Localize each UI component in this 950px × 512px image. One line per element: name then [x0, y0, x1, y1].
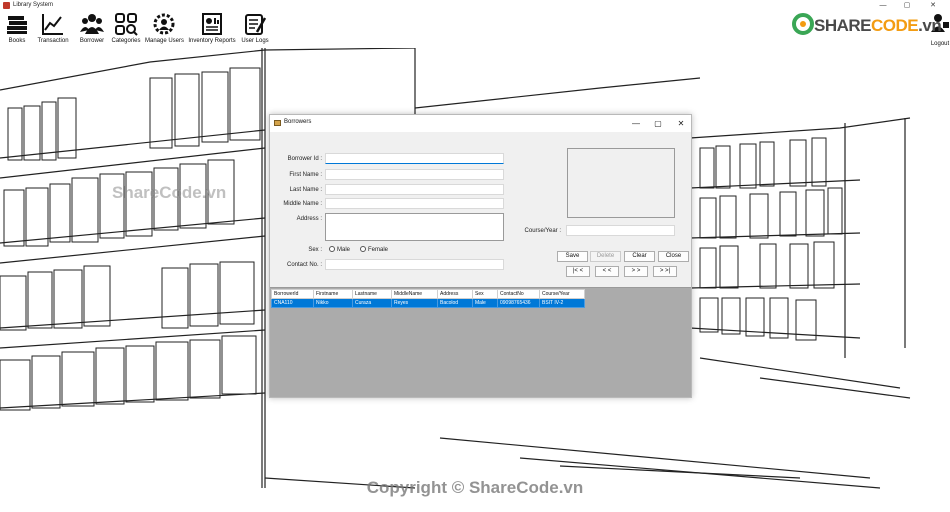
first-record-button[interactable]: |< <: [566, 266, 590, 277]
cell-firstname[interactable]: Nikko: [313, 298, 353, 308]
dialog-title: Borrowers: [284, 119, 312, 125]
column-header[interactable]: Sex: [472, 289, 498, 299]
categories-grid-icon: [115, 13, 138, 36]
cell-course-year[interactable]: BSIT IV-2: [539, 298, 585, 308]
toolbar-label: Manage Users: [145, 38, 185, 44]
toolbar-label: Borrower: [79, 38, 105, 44]
toolbar-transaction[interactable]: Transaction: [35, 12, 71, 47]
watermark-copyright: Copyright © ShareCode.vn: [366, 478, 584, 497]
minimize-button[interactable]: —: [872, 0, 894, 11]
toolbar-label: Categories: [111, 38, 141, 44]
app-title: Library System: [13, 2, 54, 8]
address-textarea[interactable]: [325, 213, 504, 241]
toolbar-borrower[interactable]: Borrower: [78, 12, 106, 47]
watermark-middle: ShareCode.vn: [112, 183, 227, 202]
last-name-input[interactable]: [325, 184, 504, 195]
table-row[interactable]: CNA110 Nikko Curaza Reyes Bacolod Male 0…: [271, 298, 585, 308]
column-header[interactable]: BorrowerId: [271, 289, 314, 299]
library-system-window: ShareCode.vn Copyright © ShareCode.vn Li…: [0, 0, 950, 512]
dialog-minimize-button[interactable]: —: [625, 115, 647, 132]
sex-radio-male[interactable]: Male: [329, 246, 350, 253]
toolbar-label: Books: [8, 38, 26, 44]
logs-icon: [245, 14, 267, 35]
users-group-icon: [80, 14, 104, 34]
main-title-bar: Library System — ▢ ✕: [0, 0, 950, 11]
cell-contact-no[interactable]: 09098765436: [497, 298, 540, 308]
radio-circle-icon: [329, 246, 335, 252]
clear-button[interactable]: Clear: [624, 251, 655, 262]
gear-user-icon: [153, 13, 175, 35]
toolbar-label: User Logs: [241, 38, 269, 44]
column-header[interactable]: MiddleName: [391, 289, 438, 299]
close-button[interactable]: ✕: [922, 0, 944, 11]
sex-radio-female[interactable]: Female: [360, 246, 388, 253]
dialog-title-bar: Borrowers — ▢ ✕: [270, 115, 691, 132]
table-header-row: BorrowerId Firstname Lastname MiddleName…: [271, 289, 585, 299]
sharecode-logo-icon: [792, 13, 814, 35]
cell-sex[interactable]: Male: [472, 298, 498, 308]
cell-address[interactable]: Bacolod: [437, 298, 473, 308]
dialog-app-icon: [274, 120, 281, 126]
borrower-form: Borrower Id : First Name : Last Name : M…: [270, 132, 691, 287]
borrowers-grid-area: BorrowerId Firstname Lastname MiddleName…: [270, 287, 691, 397]
borrower-id-label: Borrower Id :: [287, 156, 322, 162]
borrowers-table[interactable]: BorrowerId Firstname Lastname MiddleName…: [271, 289, 585, 308]
first-name-input[interactable]: [325, 169, 504, 180]
course-year-label: Course/Year :: [524, 228, 561, 234]
dialog-maximize-button[interactable]: ▢: [647, 115, 669, 132]
dialog-close-button[interactable]: ✕: [670, 115, 692, 132]
course-year-input[interactable]: [566, 225, 675, 236]
middle-name-label: Middle Name :: [283, 201, 322, 207]
toolbar-user-logs[interactable]: User Logs: [241, 12, 269, 47]
toolbar-label: Inventory Reports: [188, 38, 236, 44]
column-header[interactable]: ContactNo: [497, 289, 540, 299]
address-label: Address :: [296, 216, 322, 222]
last-name-label: Last Name :: [289, 187, 322, 193]
middle-name-input[interactable]: [325, 198, 504, 209]
last-record-button[interactable]: > >|: [653, 266, 677, 277]
maximize-button[interactable]: ▢: [896, 0, 918, 11]
close-form-button[interactable]: Close: [658, 251, 689, 262]
prev-record-button[interactable]: < <: [595, 266, 619, 277]
cell-lastname[interactable]: Curaza: [352, 298, 392, 308]
toolbar-books[interactable]: Books: [3, 12, 31, 47]
toolbar-categories[interactable]: Categories: [111, 12, 141, 47]
toolbar-inventory-reports[interactable]: Inventory Reports: [188, 12, 236, 47]
contact-no-label: Contact No. :: [286, 262, 322, 268]
borrower-id-input[interactable]: [325, 153, 504, 164]
borrowers-dialog: Borrowers — ▢ ✕ Borrower Id : First Name…: [269, 114, 692, 398]
books-icon: [7, 16, 27, 34]
borrower-photo-box[interactable]: [567, 148, 675, 218]
app-icon: [3, 2, 10, 9]
save-button[interactable]: Save: [557, 251, 588, 262]
report-icon: [202, 13, 222, 35]
radio-circle-icon: [360, 246, 366, 252]
toolbar-label: Transaction: [37, 38, 69, 44]
column-header[interactable]: Firstname: [313, 289, 353, 299]
cell-borrower-id[interactable]: CNA110: [271, 298, 314, 308]
chart-line-icon: [42, 14, 63, 35]
logout-label: Logout: [930, 41, 950, 47]
brand-text: SHARECODE.vn: [814, 16, 942, 35]
sex-label: Sex :: [308, 247, 322, 253]
column-header[interactable]: Course/Year: [539, 289, 585, 299]
cell-middlename[interactable]: Reyes: [391, 298, 438, 308]
sharecode-logo: SHARECODE.vn: [792, 12, 942, 40]
column-header[interactable]: Lastname: [352, 289, 392, 299]
delete-button[interactable]: Delete: [590, 251, 621, 262]
contact-no-input[interactable]: [325, 259, 504, 270]
toolbar-manage-users[interactable]: Manage Users: [145, 12, 185, 47]
first-name-label: First Name :: [289, 172, 322, 178]
column-header[interactable]: Address: [437, 289, 473, 299]
next-record-button[interactable]: > >: [624, 266, 648, 277]
